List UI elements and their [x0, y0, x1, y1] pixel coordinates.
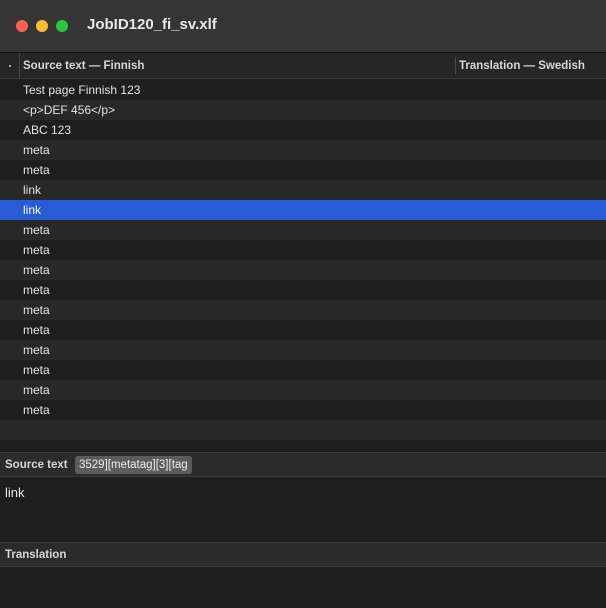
- table-row[interactable]: meta: [0, 320, 606, 340]
- table-row[interactable]: meta: [0, 280, 606, 300]
- table-row[interactable]: meta: [0, 160, 606, 180]
- segment-table: Test page Finnish 123 <p>DEF 456</p> ABC 1…: [0, 80, 606, 440]
- source-cell: meta: [23, 403, 50, 417]
- segment-tag-badge: 3529][metatag][3][tag: [75, 456, 192, 474]
- source-panel-header: Source text 3529][metatag][3][tag: [0, 453, 606, 477]
- empty-row: [0, 420, 606, 440]
- source-cell: meta: [23, 163, 50, 177]
- source-cell: meta: [23, 243, 50, 257]
- source-cell: <p>DEF 456</p>: [23, 103, 116, 117]
- source-cell: meta: [23, 303, 50, 317]
- table-row[interactable]: link: [0, 180, 606, 200]
- status-dot-icon: [9, 65, 11, 67]
- source-panel-label: Source text: [5, 459, 68, 471]
- translation-panel-label: Translation: [5, 549, 67, 561]
- title-bar: JobID120_fi_sv.xlf: [0, 0, 606, 53]
- source-cell: meta: [23, 323, 50, 337]
- column-divider[interactable]: [455, 57, 456, 75]
- table-row[interactable]: meta: [0, 340, 606, 360]
- source-cell: meta: [23, 383, 50, 397]
- source-column-header[interactable]: Source text — Finnish: [23, 60, 144, 72]
- translation-text-editor[interactable]: [0, 568, 606, 608]
- table-row[interactable]: meta: [0, 260, 606, 280]
- table-row[interactable]: meta: [0, 360, 606, 380]
- translation-panel-header: Translation: [0, 543, 606, 567]
- table-row[interactable]: meta: [0, 380, 606, 400]
- source-cell: meta: [23, 343, 50, 357]
- source-text-view[interactable]: link: [0, 478, 606, 542]
- table-row[interactable]: meta: [0, 240, 606, 260]
- minimize-window-button[interactable]: [36, 20, 48, 32]
- table-row[interactable]: meta: [0, 300, 606, 320]
- close-window-button[interactable]: [16, 20, 28, 32]
- maximize-window-button[interactable]: [56, 20, 68, 32]
- source-text-content: link: [5, 485, 25, 500]
- table-row[interactable]: Test page Finnish 123: [0, 80, 606, 100]
- source-cell: ABC 123: [23, 123, 72, 137]
- source-cell: link: [23, 203, 42, 217]
- source-cell: meta: [23, 263, 50, 277]
- segment-table-header: Source text — Finnish Translation — Swed…: [0, 53, 606, 79]
- table-row[interactable]: meta: [0, 220, 606, 240]
- editor-window: JobID120_fi_sv.xlf Source text — Finnish…: [0, 0, 606, 608]
- translation-column-header[interactable]: Translation — Swedish: [459, 60, 585, 72]
- table-row[interactable]: <p>DEF 456</p>: [0, 100, 606, 120]
- table-row[interactable]: link: [0, 200, 606, 220]
- source-cell: link: [23, 183, 42, 197]
- source-cell: meta: [23, 143, 50, 157]
- source-cell: meta: [23, 363, 50, 377]
- source-cell: Test page Finnish 123: [23, 83, 141, 97]
- table-row[interactable]: meta: [0, 140, 606, 160]
- table-row[interactable]: meta: [0, 400, 606, 420]
- source-cell: meta: [23, 223, 50, 237]
- source-cell: meta: [23, 283, 50, 297]
- status-column-header[interactable]: [0, 53, 20, 79]
- window-title: JobID120_fi_sv.xlf: [87, 16, 217, 33]
- table-row[interactable]: ABC 123: [0, 120, 606, 140]
